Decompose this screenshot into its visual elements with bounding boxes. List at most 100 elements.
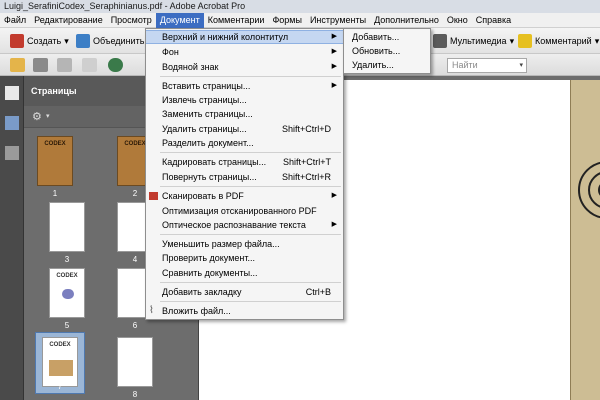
save-icon[interactable]	[57, 58, 72, 72]
menu-item-header-footer[interactable]: Верхний и нижний колонтитул ▶	[146, 30, 343, 44]
menu-item-label: Кадрировать страницы...	[162, 157, 267, 167]
menu-item-rotate-pages[interactable]: Повернуть страницы... Shift+Ctrl+R	[146, 170, 343, 184]
chevron-down-icon[interactable]: ▾	[519, 59, 523, 72]
menu-shortcut: Ctrl+B	[305, 287, 331, 297]
film-icon	[433, 34, 447, 48]
submenu-arrow-icon: ▶	[331, 192, 337, 199]
page-number: 6	[132, 321, 138, 330]
pages-icon[interactable]	[5, 86, 19, 100]
page-number: 1	[52, 189, 58, 198]
menu-shortcut: Shift+Ctrl+R	[281, 172, 331, 182]
menu-item-scan-to-pdf[interactable]: Сканировать в PDF ▶	[146, 189, 343, 203]
email-icon[interactable]	[82, 58, 97, 72]
document-menu: Верхний и нижний колонтитул ▶ Фон ▶ Водя…	[145, 28, 344, 320]
menu-item-delete-pages[interactable]: Удалить страницы... Shift+Ctrl+D	[146, 122, 343, 136]
chevron-down-icon: ▾	[64, 35, 69, 46]
menubar: Файл Редактирование Просмотр Документ Ко…	[0, 12, 600, 28]
menu-item-label: Фон	[162, 47, 179, 57]
menu-item-background[interactable]: Фон ▶	[146, 45, 343, 59]
menu-tools[interactable]: Инструменты	[306, 13, 370, 28]
multimedia-button[interactable]: Мультимедиа ▾	[433, 33, 514, 49]
menu-file[interactable]: Файл	[0, 13, 30, 28]
pages-panel-title: Страницы	[24, 76, 164, 106]
page-thumbnail[interactable]: CODEX	[37, 136, 73, 186]
header-footer-submenu: Добавить... Обновить... Удалить...	[343, 28, 431, 74]
submenu-arrow-icon: ▶	[331, 82, 337, 89]
menu-item-examine-document[interactable]: Проверить документ...	[146, 251, 343, 265]
menu-item-label: Уменьшить размер файла...	[162, 239, 280, 249]
page-number: 3	[64, 255, 70, 264]
menu-item-label: Верхний и нижний колонтитул	[162, 32, 289, 42]
menu-item-add-bookmark[interactable]: Добавить закладку Ctrl+B	[146, 285, 343, 299]
attachments-icon[interactable]	[5, 146, 19, 160]
menu-item-ocr[interactable]: Оптическое распознавание текста ▶	[146, 218, 343, 232]
menu-item-reduce-size[interactable]: Уменьшить размер файла...	[146, 237, 343, 251]
submenu-arrow-icon: ▶	[331, 48, 337, 55]
menu-comments[interactable]: Комментарии	[204, 13, 269, 28]
page-thumbnail[interactable]	[49, 202, 85, 252]
menu-item-replace-pages[interactable]: Заменить страницы...	[146, 107, 343, 121]
menu-item-label: Вложить файл...	[162, 306, 231, 316]
gear-icon[interactable]: ⚙	[32, 110, 42, 123]
thumb-title: CODEX	[56, 273, 78, 279]
menu-item-crop-pages[interactable]: Кадрировать страницы... Shift+Ctrl+T	[146, 155, 343, 169]
menu-item-label: Проверить документ...	[162, 253, 255, 263]
chevron-down-icon: ▾	[594, 35, 600, 46]
comment-button[interactable]: Комментарий ▾	[518, 33, 599, 49]
menu-item-label: Добавить закладку	[162, 287, 242, 297]
submenu-item-update[interactable]: Обновить...	[344, 44, 430, 58]
menu-view[interactable]: Просмотр	[107, 13, 156, 28]
menu-document[interactable]: Документ	[155, 12, 204, 28]
illustration	[49, 360, 73, 376]
globe-icon[interactable]	[108, 58, 123, 72]
multimedia-label: Мультимедиа	[450, 36, 507, 46]
adjacent-page-edge	[570, 80, 600, 400]
menu-window[interactable]: Окно	[443, 13, 472, 28]
chevron-down-icon[interactable]: ▾	[46, 112, 50, 120]
menu-item-compare-documents[interactable]: Сравнить документы...	[146, 266, 343, 280]
comment-label: Комментарий	[535, 36, 592, 46]
submenu-item-add[interactable]: Добавить...	[344, 30, 430, 44]
menu-forms[interactable]: Формы	[268, 13, 306, 28]
illustration	[62, 289, 74, 299]
menu-item-label: Сравнить документы...	[162, 268, 258, 278]
menu-item-label: Сканировать в PDF	[162, 191, 244, 201]
menu-help[interactable]: Справка	[472, 13, 515, 28]
menu-item-watermark[interactable]: Водяной знак ▶	[146, 60, 343, 74]
page-thumbnail[interactable]	[117, 337, 153, 387]
menu-item-split-document[interactable]: Разделить документ...	[146, 136, 343, 150]
submenu-item-remove[interactable]: Удалить...	[344, 58, 430, 72]
print-icon[interactable]	[33, 58, 48, 72]
menu-separator	[160, 186, 341, 187]
menu-item-optimize-scanned[interactable]: Оптимизация отсканированного PDF	[146, 204, 343, 218]
spiral-illustration	[578, 161, 600, 219]
menu-item-label: Оптическое распознавание текста	[162, 220, 306, 230]
menu-shortcut: Shift+Ctrl+D	[281, 124, 331, 134]
menu-separator	[160, 76, 341, 77]
open-folder-icon[interactable]	[10, 58, 25, 72]
menu-advanced[interactable]: Дополнительно	[370, 13, 443, 28]
page-thumbnail[interactable]: CODEX	[49, 268, 85, 318]
navigation-strip	[0, 76, 24, 400]
speech-bubble-icon	[518, 34, 532, 48]
combine-button[interactable]: Объединить	[76, 33, 144, 49]
menu-separator	[160, 152, 341, 153]
menu-edit[interactable]: Редактирование	[30, 13, 107, 28]
page-number: 5	[64, 321, 70, 330]
menu-item-label: Оптимизация отсканированного PDF	[162, 206, 317, 216]
page-thumbnail[interactable]: CODEX	[42, 337, 78, 387]
create-button[interactable]: Создать ▾	[10, 33, 69, 49]
menu-item-attach-file[interactable]: ⌇ Вложить файл...	[146, 304, 343, 318]
submenu-arrow-icon: ▶	[331, 63, 337, 70]
menu-item-extract-pages[interactable]: Извлечь страницы...	[146, 93, 343, 107]
menu-item-label: Водяной знак	[162, 62, 219, 72]
search-placeholder: Найти	[452, 60, 478, 70]
thumb-title: CODEX	[44, 141, 66, 147]
bookmarks-icon[interactable]	[5, 116, 19, 130]
search-input[interactable]: Найти ▾	[447, 58, 527, 73]
menu-item-insert-pages[interactable]: Вставить страницы... ▶	[146, 79, 343, 93]
combine-label: Объединить	[93, 36, 145, 46]
create-label: Создать	[27, 36, 62, 46]
menu-separator	[160, 301, 341, 302]
submenu-arrow-icon: ▶	[331, 33, 337, 40]
